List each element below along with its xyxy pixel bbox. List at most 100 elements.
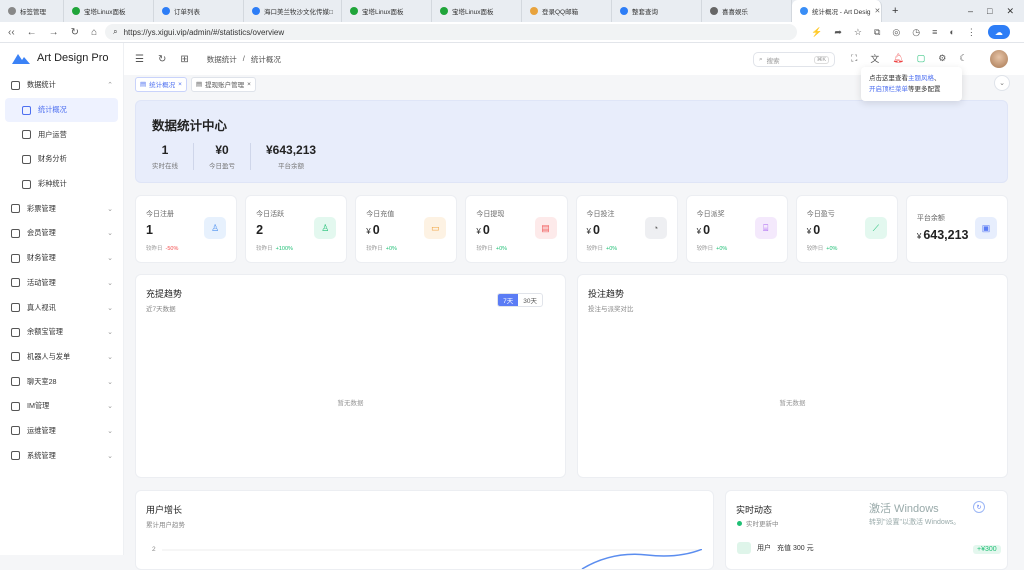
browser-tab[interactable]: 喜喜娱乐	[702, 0, 792, 22]
empty-state: 暂无数据	[779, 400, 806, 407]
notification-icon[interactable]: 🔔︎	[892, 53, 903, 64]
stat-card-value: 1	[146, 223, 153, 237]
top-menu-link[interactable]: 开启顶栏菜单	[869, 86, 908, 93]
url-input[interactable]: ⌕ https://ys.xigui.vip/admin/#/statistic…	[105, 24, 798, 40]
stat-card[interactable]: 今日派奖 ¥0 较昨日 +0% ⌸	[685, 195, 788, 263]
open-tab[interactable]: ▤ 提现账户管理 ×	[190, 76, 256, 92]
stat-card-value: ¥643,213	[917, 228, 969, 242]
more-icon[interactable]: ⋮	[967, 27, 976, 38]
chat-icon[interactable]: ▢	[917, 53, 926, 64]
profile-icon[interactable]: ◐	[949, 27, 954, 37]
browser-tab[interactable]: 宝塔Linux面板	[432, 0, 522, 22]
sidebar-item-label: 统计概况	[38, 105, 67, 115]
cloud-icon[interactable]: ☁	[987, 25, 1010, 39]
close-window-button[interactable]: ✕	[1006, 6, 1014, 17]
lightning-icon[interactable]: ⚡	[811, 27, 822, 38]
sidebar-item[interactable]: 彩种统计	[0, 172, 123, 197]
back-icon[interactable]: ‹‹	[8, 27, 15, 38]
history-icon[interactable]: ◷	[912, 27, 920, 38]
browser-tab[interactable]: 宝塔Linux面板	[342, 0, 432, 22]
sidebar-item[interactable]: 活动管理 ⌄	[0, 271, 123, 296]
fullscreen-icon[interactable]: ⛶	[851, 53, 857, 64]
star-icon[interactable]: ☆	[854, 27, 862, 38]
new-tab-button[interactable]: +	[882, 5, 908, 17]
tabs-dropdown-icon[interactable]: ⌄	[994, 75, 1010, 91]
apps-icon[interactable]: ⊞	[180, 54, 188, 65]
compare-value: -50%	[165, 246, 179, 252]
app-logo[interactable]: Art Design Pro	[0, 43, 123, 73]
reload-button[interactable]: ↻	[71, 27, 79, 38]
browser-tab[interactable]: 标签管理	[0, 0, 64, 22]
sidebar-item[interactable]: 会员管理 ⌄	[0, 221, 123, 246]
close-tab-icon[interactable]: ✕	[875, 7, 881, 15]
chevron-down-icon: ⌄	[107, 279, 113, 287]
stat-card[interactable]: 今日投注 ¥0 较昨日 +0% ◔	[575, 195, 678, 263]
sidebar-item[interactable]: 运维管理 ⌄	[0, 419, 123, 444]
dark-mode-icon[interactable]: ☾	[959, 53, 967, 64]
sidebar-item[interactable]: 用户运营	[0, 122, 123, 147]
banner-stat-label: 平台余额	[278, 163, 305, 170]
translate-icon[interactable]: 文	[870, 52, 879, 65]
stat-card-compare: 较昨日 +0%	[697, 244, 728, 252]
settings-icon[interactable]: ⚙	[938, 53, 946, 64]
refresh-icon[interactable]: ↻	[158, 54, 166, 65]
open-tab-label: 统计概况	[149, 82, 176, 89]
theme-style-link[interactable]: 主题风格	[908, 75, 934, 82]
banner-stat-value: ¥0	[215, 143, 229, 157]
share-icon[interactable]: ➦	[834, 27, 842, 38]
menu-icon[interactable]: ≡	[932, 27, 937, 37]
forward-button[interactable]: →	[49, 27, 59, 38]
sidebar-item[interactable]: 统计概况	[5, 97, 118, 123]
wallet-icon	[11, 253, 20, 263]
stat-card-title: 今日充值	[366, 211, 395, 218]
range-30d-button[interactable]: 30天	[518, 294, 542, 306]
chevron-down-icon: ⌄	[107, 452, 113, 460]
sidebar-item[interactable]: 财务管理 ⌄	[0, 246, 123, 271]
avatar[interactable]	[990, 50, 1008, 68]
close-tab-icon[interactable]: ×	[247, 81, 251, 88]
sidebar-item-label: 真人视讯	[27, 302, 56, 312]
chevron-down-icon: ⌄	[107, 378, 113, 386]
tools-icon	[11, 426, 20, 436]
open-tab[interactable]: ▤ 统计概况 ×	[135, 76, 187, 92]
sidebar-item[interactable]: 财务分析	[0, 147, 123, 172]
minimize-button[interactable]: –	[968, 6, 973, 17]
settings-icon	[11, 451, 20, 461]
home-button[interactable]: ⌂	[91, 27, 97, 38]
stat-card[interactable]: 平台余额 ¥643,213 ▣	[905, 195, 1008, 263]
browser-tab[interactable]: 宝塔Linux面板	[64, 0, 154, 22]
breadcrumb-item[interactable]: 数据统计	[207, 54, 237, 65]
stat-card[interactable]: 今日充值 ¥0 较昨日 +0% ▭	[355, 195, 458, 263]
browser-tab[interactable]: 海口美兰牧沙文化传媒□	[244, 0, 342, 22]
sidebar-item[interactable]: 余额宝管理 ⌄	[0, 320, 123, 345]
sidebar-item[interactable]: 聊天室28 ⌄	[0, 369, 123, 394]
extension-icon[interactable]: ⧉	[874, 27, 880, 38]
range-7d-button[interactable]: 7天	[498, 294, 519, 306]
open-tab-label: 提现账户管理	[205, 82, 245, 89]
stat-card[interactable]: 今日提现 ¥0 较昨日 +0% ▤	[465, 195, 568, 263]
search-input[interactable]: ⌕ 搜索 ⌘K	[753, 52, 835, 67]
sidebar-item[interactable]: 真人视讯 ⌄	[0, 295, 123, 320]
back-button[interactable]: ←	[27, 27, 37, 38]
sidebar-item[interactable]: 数据统计 ⌃	[0, 73, 123, 98]
stat-card[interactable]: 今日活跃 2 较昨日 +100% ♙	[245, 195, 348, 263]
chevron-down-icon: ⌄	[107, 255, 113, 263]
stat-card[interactable]: 今日盈亏 ¥0 较昨日 +0% ⟋	[795, 195, 898, 263]
browser-tab[interactable]: 订单列表	[154, 0, 244, 22]
compare-value: +100%	[275, 246, 293, 252]
sidebar-item[interactable]: 彩票管理 ⌄	[0, 196, 123, 221]
browser-tab[interactable]: 统计概况 - Art Desig ✕	[792, 0, 882, 22]
download-icon[interactable]: ◎	[892, 27, 900, 38]
sidebar-item[interactable]: 系统管理 ⌄	[0, 443, 123, 468]
browser-tab[interactable]: 整套查询	[612, 0, 702, 22]
maximize-button[interactable]: □	[987, 6, 992, 17]
menu-toggle-icon[interactable]: ☰	[135, 54, 144, 65]
browser-tab[interactable]: 登录QQ邮箱	[522, 0, 612, 22]
chat-icon	[11, 377, 20, 387]
stat-card[interactable]: 今日注册 1 较昨日 -50% ♙	[135, 195, 238, 263]
close-tab-icon[interactable]: ×	[178, 81, 182, 88]
refresh-icon[interactable]: ↻	[973, 501, 985, 513]
sidebar-item[interactable]: IM管理 ⌄	[0, 394, 123, 419]
stat-card-title: 今日投注	[586, 211, 615, 218]
sidebar-item[interactable]: 机器人与发单 ⌄	[0, 345, 123, 370]
